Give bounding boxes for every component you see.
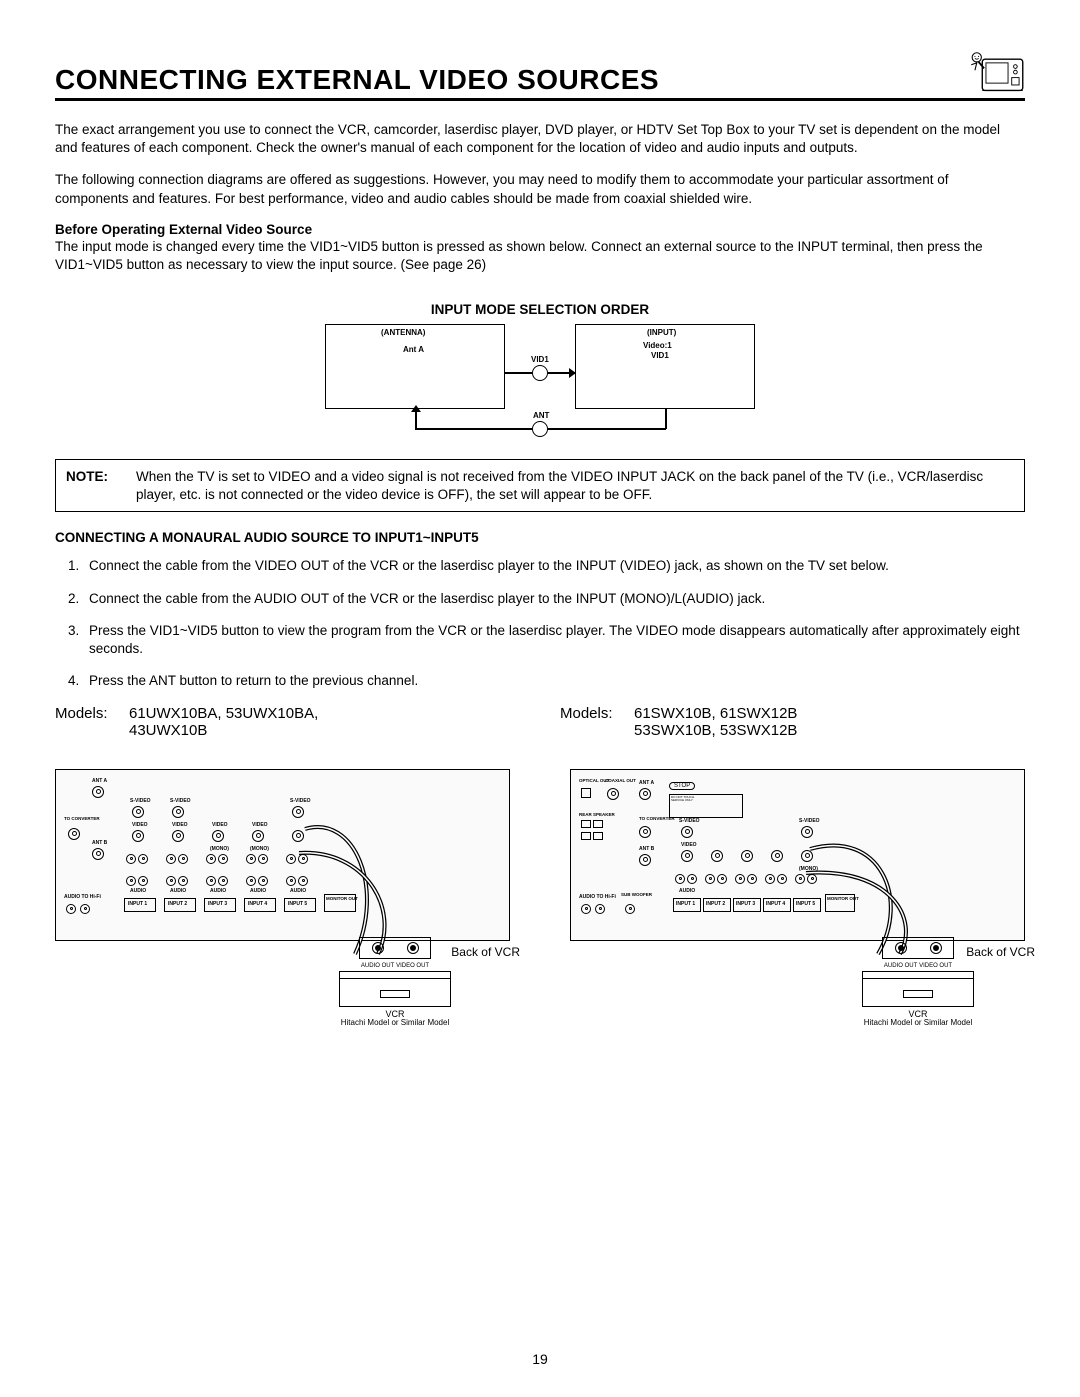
page-number: 19 — [0, 1351, 1080, 1367]
step-2: Connect the cable from the AUDIO OUT of … — [83, 590, 1025, 608]
models-left: 61UWX10BA, 53UWX10BA, 43UWX10B — [129, 705, 369, 739]
before-operating-heading: Before Operating External Video Source — [55, 222, 1025, 237]
models-label-left: Models: — [55, 705, 117, 739]
ant-node-label: ANT — [533, 411, 549, 420]
note-label: NOTE: — [66, 468, 136, 503]
ant-a-label: Ant A — [403, 345, 424, 354]
input-header: (INPUT) — [647, 328, 676, 337]
vid1-label: VID1 — [651, 351, 669, 360]
note-box: NOTE: When the TV is set to VIDEO and a … — [55, 459, 1025, 512]
step-4: Press the ANT button to return to the pr… — [83, 672, 1025, 690]
intro-paragraph-1: The exact arrangement you use to connect… — [55, 121, 1025, 157]
input-mode-diagram: (ANTENNA) Ant A (INPUT) Video:1 VID1 VID… — [325, 319, 755, 439]
models-right: 61SWX10B, 61SWX12B 53SWX10B, 53SWX12B — [634, 705, 874, 739]
vcr-label-left: VCR — [330, 1009, 460, 1019]
vcr-box-right — [862, 971, 974, 1007]
vcr-subcaption-left: Hitachi Model or Similar Model — [330, 1019, 460, 1028]
connection-steps: Connect the cable from the VIDEO OUT of … — [55, 557, 1025, 690]
vcr-box-left — [339, 971, 451, 1007]
vcr-label-right: VCR — [853, 1009, 983, 1019]
back-of-vcr-left: Back of VCR — [451, 945, 520, 959]
mono-heading: CONNECTING A MONAURAL AUDIO SOURCE TO IN… — [55, 530, 1025, 545]
tv-mascot-icon — [969, 50, 1025, 96]
vcr-subcaption-right: Hitachi Model or Similar Model — [853, 1019, 983, 1028]
video1-label: Video:1 — [643, 341, 672, 350]
vcr-plugs-right — [882, 937, 954, 959]
step-3: Press the VID1~VID5 button to view the p… — [83, 622, 1025, 658]
back-panel-left: ANT A TO CONVERTER ANT B AUDIO TO Hi-Fi … — [55, 769, 510, 941]
models-label-right: Models: — [560, 705, 622, 739]
input-mode-title: INPUT MODE SELECTION ORDER — [55, 302, 1025, 317]
page-title: CONNECTING EXTERNAL VIDEO SOURCES — [55, 64, 659, 96]
note-text: When the TV is set to VIDEO and a video … — [136, 468, 1014, 503]
step-1: Connect the cable from the VIDEO OUT of … — [83, 557, 1025, 575]
back-panel-right: OPTICAL OUT COAXIAL OUT ANT A STOP DO NO… — [570, 769, 1025, 941]
intro-paragraph-2: The following connection diagrams are of… — [55, 171, 1025, 207]
vid1-node-label: VID1 — [531, 355, 549, 364]
antenna-header: (ANTENNA) — [381, 328, 425, 337]
vcr-plugs-left — [359, 937, 431, 959]
before-operating-text: The input mode is changed every time the… — [55, 238, 1025, 274]
